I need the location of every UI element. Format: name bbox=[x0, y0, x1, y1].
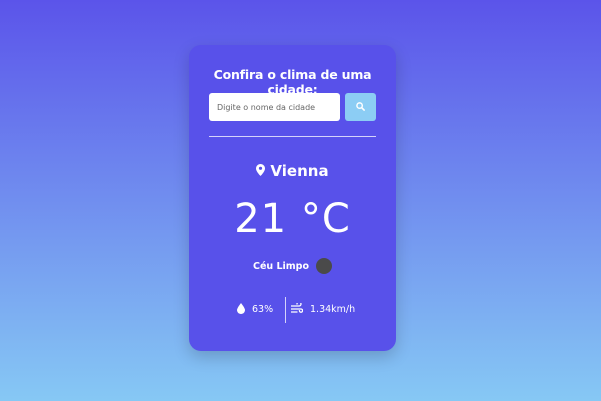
weather-icon bbox=[316, 257, 333, 274]
humidity-value: 63% bbox=[252, 304, 274, 315]
wind-detail: 1.34km/h bbox=[291, 303, 355, 317]
weather-description-row: Céu Limpo bbox=[189, 257, 396, 276]
weather-card: Confira o clima de uma cidade: Vienna 21… bbox=[189, 45, 396, 351]
map-marker-icon bbox=[256, 164, 266, 176]
droplet-icon bbox=[237, 303, 245, 314]
city-row: Vienna bbox=[189, 161, 396, 181]
city-search-input[interactable] bbox=[209, 93, 340, 121]
divider bbox=[209, 136, 376, 137]
temperature-value: 21 bbox=[234, 196, 288, 242]
temperature-unit: °C bbox=[300, 196, 351, 242]
humidity-detail: 63% bbox=[237, 303, 273, 317]
temperature-display: 21 °C bbox=[189, 193, 396, 245]
wind-value: 1.34km/h bbox=[310, 304, 356, 315]
wind-icon bbox=[291, 303, 303, 313]
weather-details: 63% 1.34km/h bbox=[189, 297, 396, 323]
search-button[interactable] bbox=[345, 93, 376, 121]
city-name: Vienna bbox=[270, 162, 329, 180]
search-icon bbox=[356, 102, 365, 111]
weather-description: Céu Limpo bbox=[252, 261, 310, 272]
details-separator bbox=[285, 297, 286, 323]
